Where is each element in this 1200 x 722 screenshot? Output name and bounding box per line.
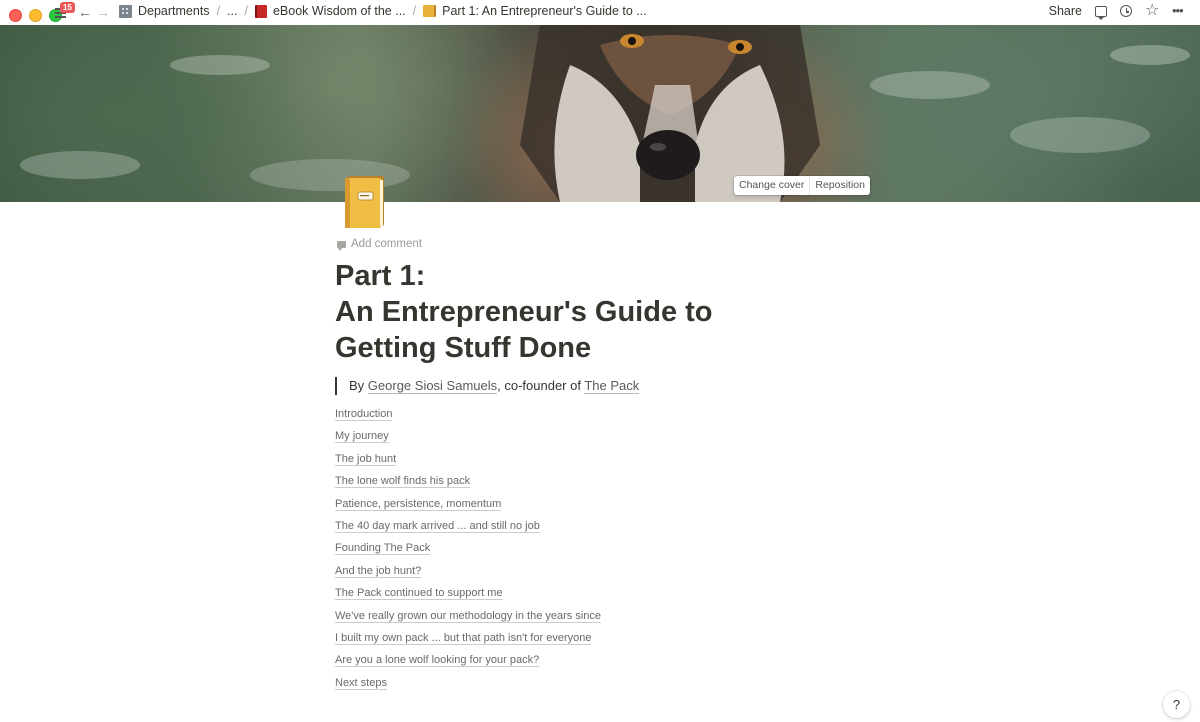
toc-link[interactable]: I built my own pack ... but that path is… xyxy=(335,631,592,645)
toc-item: The Pack continued to support me xyxy=(335,585,601,607)
help-button[interactable]: ? xyxy=(1163,691,1190,718)
toc-link[interactable]: The Pack continued to support me xyxy=(335,587,503,601)
more-icon[interactable]: ••• xyxy=(1172,4,1186,18)
toc-link[interactable]: The 40 day mark arrived ... and still no… xyxy=(335,519,540,533)
top-bar: 15 ← → Departments / ... / eBook Wisdom … xyxy=(0,0,1200,25)
byline-prefix: By xyxy=(349,378,368,393)
breadcrumb-separator: / xyxy=(412,4,417,18)
forward-arrow-icon[interactable]: → xyxy=(96,4,110,20)
add-comment-label: Add comment xyxy=(351,238,422,250)
title-line: An Entrepreneur's Guide to xyxy=(335,296,713,328)
ledger-icon[interactable] xyxy=(342,174,388,230)
toc-item: My journey xyxy=(335,428,601,450)
building-icon xyxy=(119,4,132,18)
breadcrumb-separator: / xyxy=(244,4,248,18)
updates-icon[interactable] xyxy=(1120,5,1132,17)
notification-badge: 15 xyxy=(60,2,75,13)
toc-item: Patience, persistence, momentum xyxy=(335,496,601,518)
add-comment-button[interactable]: Add comment xyxy=(337,238,422,251)
breadcrumb-separator: / xyxy=(216,4,221,18)
breadcrumb-ebook[interactable]: eBook Wisdom of the ... xyxy=(252,4,409,18)
toc-item: We've really grown our methodology in th… xyxy=(335,608,602,630)
toc-item: The job hunt xyxy=(335,451,601,473)
toc-item: Are you a lone wolf looking for your pac… xyxy=(335,652,601,674)
back-arrow-icon[interactable]: ← xyxy=(78,4,92,20)
page-cover: Change cover Reposition xyxy=(0,25,1200,202)
red-book-icon xyxy=(254,4,267,18)
byline-middle: , co-founder of xyxy=(497,378,585,393)
favorite-icon[interactable]: ☆ xyxy=(1145,3,1159,19)
toc-link[interactable]: We've really grown our methodology in th… xyxy=(335,609,602,623)
breadcrumb-ellipsis[interactable]: ... xyxy=(224,4,240,18)
breadcrumb: Departments / ... / eBook Wisdom of the … xyxy=(116,4,650,18)
comments-icon[interactable] xyxy=(1095,5,1107,20)
breadcrumb-label: Part 1: An Entrepreneur's Guide to ... xyxy=(442,4,647,18)
title-line: Part 1: xyxy=(335,260,426,292)
toc-link[interactable]: And the job hunt? xyxy=(335,564,422,578)
toc-link[interactable]: The lone wolf finds his pack xyxy=(335,475,471,489)
toc-item: The lone wolf finds his pack xyxy=(335,473,601,495)
toc-link[interactable]: My journey xyxy=(335,430,389,444)
toc-link[interactable]: Introduction xyxy=(335,408,393,421)
company-link[interactable]: The Pack xyxy=(584,378,640,394)
toc-item: Introduction xyxy=(335,406,601,428)
cover-image xyxy=(20,25,1190,202)
comment-icon xyxy=(337,240,346,251)
breadcrumb-departments[interactable]: Departments xyxy=(116,4,213,18)
toc-link[interactable]: Founding The Pack xyxy=(335,542,431,556)
breadcrumb-label: eBook Wisdom of the ... xyxy=(272,4,406,18)
change-cover-button[interactable]: Change cover xyxy=(734,176,809,195)
author-link[interactable]: George Siosi Samuels xyxy=(367,378,498,394)
ledger-icon xyxy=(423,5,437,17)
minimize-window-button[interactable] xyxy=(29,9,42,22)
reposition-button[interactable]: Reposition xyxy=(809,176,870,195)
toc-link[interactable]: Next steps xyxy=(335,676,387,690)
toc-item: The 40 day mark arrived ... and still no… xyxy=(335,518,601,540)
share-button[interactable]: Share xyxy=(1049,4,1082,18)
cover-controls: Change cover Reposition xyxy=(734,176,870,195)
breadcrumb-current-page[interactable]: Part 1: An Entrepreneur's Guide to ... xyxy=(420,4,650,18)
toc-item: And the job hunt? xyxy=(335,563,601,585)
page-title[interactable]: Part 1: An Entrepreneur's Guide to Getti… xyxy=(335,258,835,366)
toc-link[interactable]: The job hunt xyxy=(335,452,397,466)
toc-link[interactable]: Patience, persistence, momentum xyxy=(335,497,502,511)
breadcrumb-label: Departments xyxy=(138,4,210,18)
toc-link[interactable]: Are you a lone wolf looking for your pac… xyxy=(335,654,540,668)
title-line: Getting Stuff Done xyxy=(335,332,592,364)
toc-item: I built my own pack ... but that path is… xyxy=(335,630,601,652)
topbar-actions: Share ☆ ••• xyxy=(1049,3,1186,20)
toc-item: Next steps xyxy=(335,675,601,697)
breadcrumb-label: ... xyxy=(227,4,238,18)
close-window-button[interactable] xyxy=(9,9,22,22)
byline-quote: By George Siosi Samuels, co-founder of T… xyxy=(335,377,640,395)
table-of-contents: Introduction My journey The job hunt The… xyxy=(335,406,602,697)
toc-item: Founding The Pack xyxy=(335,540,601,562)
